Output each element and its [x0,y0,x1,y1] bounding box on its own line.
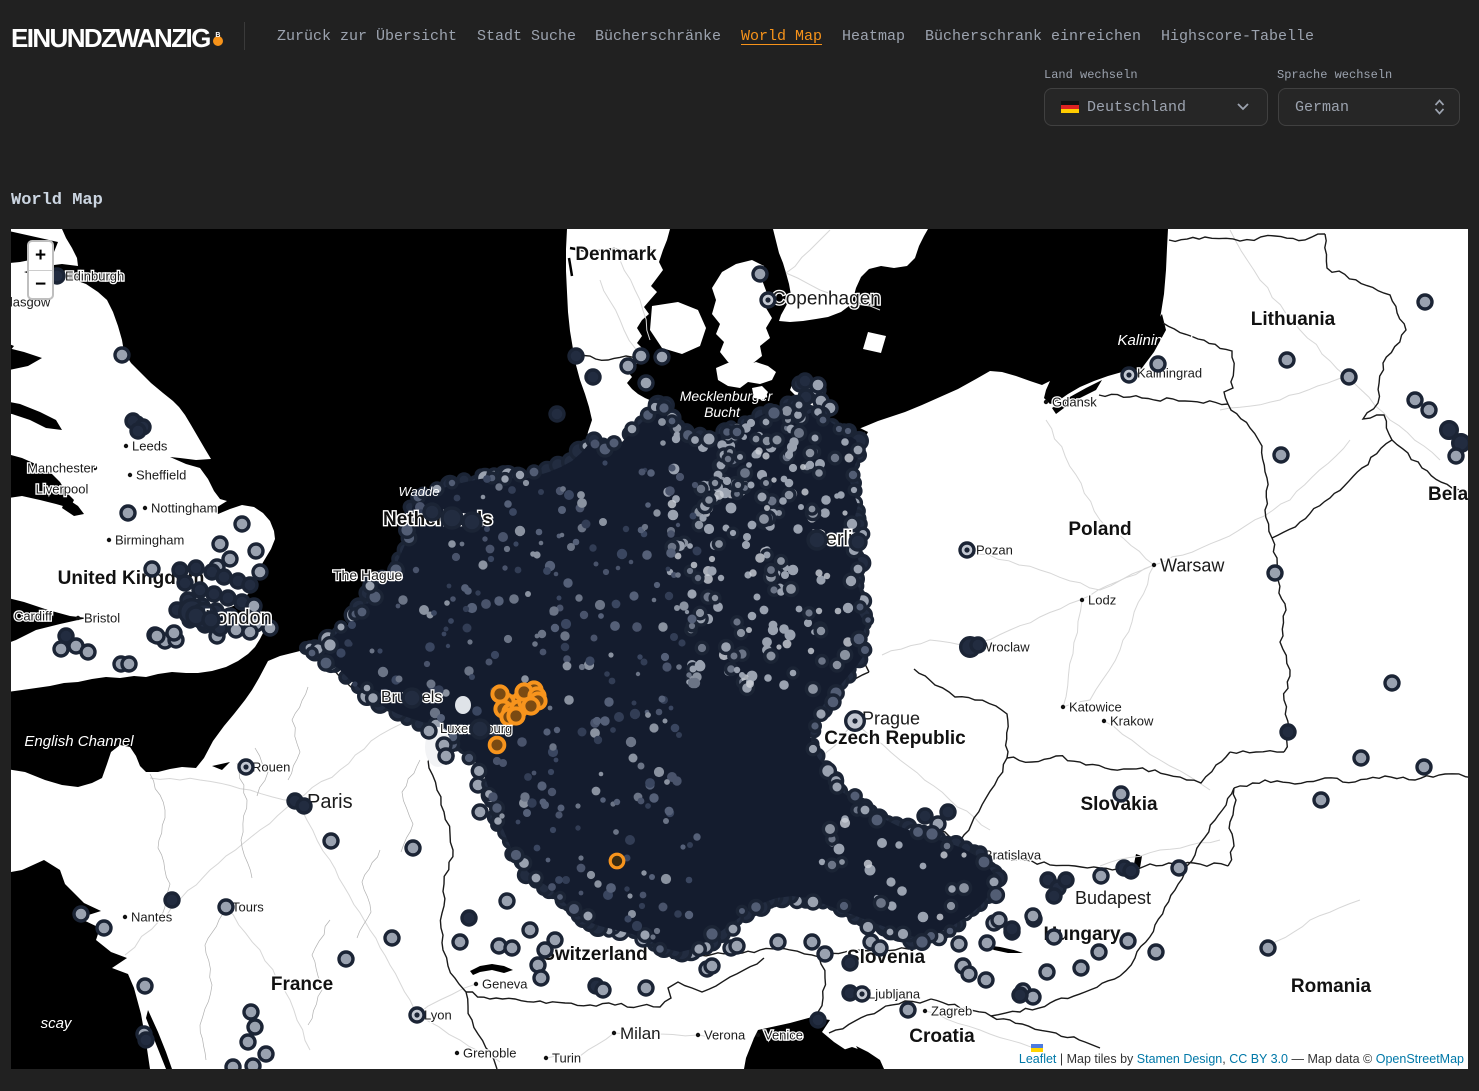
svg-text:Belarus: Belarus [1428,484,1468,505]
svg-text:Pozan: Pozan [976,543,1013,558]
svg-text:Denmark: Denmark [575,244,657,265]
svg-text:Warsaw: Warsaw [1160,555,1225,575]
svg-text:Turin: Turin [552,1051,581,1066]
svg-text:France: France [271,974,333,995]
svg-text:Cardiff: Cardiff [14,609,52,624]
svg-text:Grenoble: Grenoble [463,1046,516,1061]
svg-text:Nantes: Nantes [131,910,173,925]
svg-text:Manchester: Manchester [27,461,96,476]
svg-text:Birmingham: Birmingham [115,533,184,548]
svg-text:Wroclaw: Wroclaw [980,640,1030,655]
svg-text:Gdansk: Gdansk [1052,395,1097,410]
svg-text:Budapest: Budapest [1075,888,1151,908]
svg-text:Mecklenburger: Mecklenburger [680,388,774,404]
svg-text:Prague: Prague [862,708,920,728]
svg-text:Copenhagen: Copenhagen [772,289,881,310]
svg-text:Liverpool: Liverpool [36,482,89,497]
svg-text:Tours: Tours [232,900,264,915]
svg-text:Leeds: Leeds [132,439,168,454]
svg-text:Katowice: Katowice [1069,700,1122,715]
svg-text:Bratislava: Bratislava [984,848,1042,863]
svg-text:Venice: Venice [764,1028,803,1043]
svg-text:Czech Republic: Czech Republic [824,728,966,749]
svg-text:Milan: Milan [620,1024,661,1043]
svg-text:Nottingham: Nottingham [151,501,217,516]
svg-text:Sheffield: Sheffield [136,468,186,483]
svg-text:Lyon: Lyon [424,1008,452,1023]
svg-text:Lodz: Lodz [1088,593,1116,608]
svg-text:Krakow: Krakow [1110,714,1154,729]
svg-text:Verona: Verona [704,1028,746,1043]
svg-text:Ljubljana: Ljubljana [868,987,921,1002]
svg-text:Poland: Poland [1068,519,1131,540]
svg-text:Lithuania: Lithuania [1251,309,1336,330]
svg-text:Wadde: Wadde [399,484,440,499]
svg-text:Paris: Paris [307,791,353,813]
svg-text:Zagreb: Zagreb [931,1004,972,1019]
svg-text:Romania: Romania [1291,976,1372,997]
svg-text:Geneva: Geneva [482,977,528,992]
svg-text:Bristol: Bristol [84,611,120,626]
svg-text:Rouen: Rouen [252,760,290,775]
svg-text:English Channel: English Channel [24,733,134,750]
svg-text:Bucht: Bucht [704,404,741,420]
svg-text:Kaliningrad: Kaliningrad [1117,332,1193,349]
svg-text:scay: scay [41,1015,73,1032]
svg-text:Kaliningrad: Kaliningrad [1137,366,1202,381]
svg-text:Edinburgh: Edinburgh [65,269,124,284]
svg-text:The Hague: The Hague [333,567,402,583]
svg-text:Croatia: Croatia [909,1026,975,1047]
